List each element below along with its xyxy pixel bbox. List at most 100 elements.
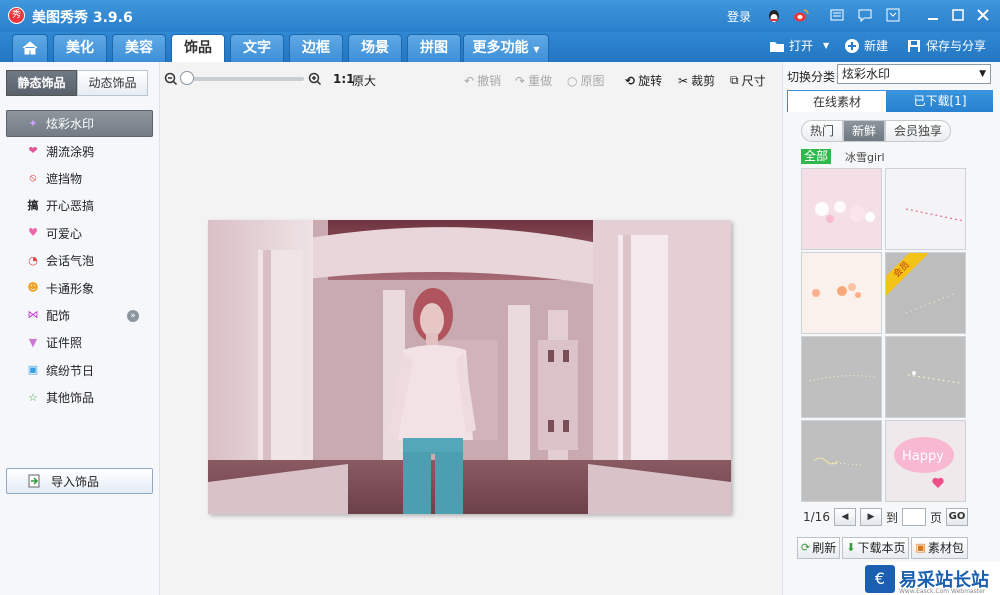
category-label: 配饰: [46, 308, 71, 323]
subtab-static[interactable]: 静态饰品: [6, 70, 77, 96]
category-label: 开心恶搞: [46, 199, 95, 214]
filter-all[interactable]: 全部: [801, 149, 832, 164]
material-thumb[interactable]: 会员: [885, 252, 966, 334]
category-label: 会话气泡: [46, 254, 95, 269]
subtab-dynamic[interactable]: 动态饰品: [77, 70, 148, 96]
original-image-button[interactable]: ○ 原图: [567, 72, 605, 89]
category-item[interactable]: ❤ 潮流涂鸦: [6, 137, 153, 164]
maximize-icon[interactable]: [950, 7, 966, 23]
tab-home[interactable]: [12, 34, 48, 62]
category-item[interactable]: 搞开心恶搞: [6, 192, 153, 219]
category-item[interactable]: ◔ 会话气泡: [6, 247, 153, 274]
category-item[interactable]: ♥ 可爱心: [6, 220, 153, 247]
open-label: 打开: [789, 39, 814, 53]
refresh-button[interactable]: ⟳ 刷新: [797, 537, 841, 559]
tab-text[interactable]: 文字: [230, 34, 284, 62]
plus-circle-icon: [844, 38, 860, 54]
page-indicator: 1/16: [803, 510, 830, 524]
redo-button[interactable]: ↷ 重做: [515, 72, 552, 89]
prev-page-button[interactable]: ◀: [833, 508, 856, 526]
material-thumb[interactable]: [801, 336, 882, 418]
zoom-in-icon[interactable]: [308, 72, 322, 90]
filter-subcategory[interactable]: 冰雪girl: [845, 149, 885, 165]
category-item[interactable]: ✦ 炫彩水印: [6, 110, 153, 138]
redo-label: 重做: [528, 74, 553, 88]
category-label: 遮挡物: [46, 171, 83, 186]
minimize-icon[interactable]: [925, 7, 941, 23]
category-item[interactable]: ▼ 证件照: [6, 329, 153, 356]
tab-online-materials[interactable]: 在线素材: [788, 91, 886, 112]
weibo-icon[interactable]: [793, 7, 809, 23]
expand-icon[interactable]: »: [127, 309, 139, 322]
open-dropdown-icon[interactable]: ▼: [823, 36, 829, 56]
download-page-button[interactable]: ⬇ 下载本页: [842, 537, 910, 559]
image-toolbar: 1:1 原大 ↶ 撤销 ↷ 重做 ○ 原图 ⟲ 旋转 ✂ 裁剪 ⧉ 尺寸: [160, 62, 782, 96]
pagination: 1/16 ◀ ▶ 到 页 GO: [803, 508, 968, 526]
category-select[interactable]: 炫彩水印 ▼: [837, 64, 991, 84]
feedback-icon[interactable]: [857, 7, 873, 23]
zoom-slider[interactable]: [186, 77, 304, 81]
skin-icon[interactable]: [829, 7, 845, 23]
app-logo-icon: 秀: [8, 7, 25, 24]
category-item[interactable]: ⋈ 配饰 »: [6, 302, 153, 329]
category-item[interactable]: ⦸ 遮挡物: [6, 165, 153, 192]
download-page-label: 下载本页: [857, 541, 906, 555]
tab-downloaded[interactable]: 已下载[1]: [888, 90, 992, 112]
tab-beautify[interactable]: 美化: [53, 34, 107, 62]
resize-button[interactable]: ⧉ 尺寸: [730, 72, 766, 89]
zoom-slider-handle[interactable]: [180, 71, 194, 85]
category-item[interactable]: ☻ 卡通形象: [6, 274, 153, 301]
photo-canvas[interactable]: [208, 220, 731, 514]
menu-icon[interactable]: [885, 7, 901, 23]
material-thumb[interactable]: [885, 336, 966, 418]
filter-vip[interactable]: 会员独享: [885, 120, 952, 142]
refresh-label: 刷新: [812, 541, 837, 555]
undo-label: 撤销: [477, 74, 502, 88]
filter-new[interactable]: 新鲜: [843, 120, 886, 142]
material-thumb[interactable]: [801, 168, 882, 250]
category-label: 炫彩水印: [46, 117, 95, 132]
category-label: 其他饰品: [46, 391, 95, 406]
next-page-button[interactable]: ▶: [859, 508, 882, 526]
filter-hot[interactable]: 热门: [801, 120, 844, 142]
qq-icon[interactable]: [766, 7, 782, 23]
tab-beauty[interactable]: 美容: [112, 34, 166, 62]
import-accessory-button[interactable]: 导入饰品: [6, 468, 153, 494]
material-package-label: 素材包: [927, 541, 964, 555]
go-button[interactable]: GO: [945, 508, 968, 526]
category-select-value: 炫彩水印: [842, 67, 891, 81]
material-thumb[interactable]: [885, 168, 966, 250]
crop-button[interactable]: ✂ 裁剪: [678, 72, 715, 89]
material-thumb[interactable]: Happy: [885, 420, 966, 502]
heart-icon: ♥: [28, 226, 38, 240]
tab-accessories[interactable]: 饰品: [171, 34, 225, 63]
rotate-button[interactable]: ⟲ 旋转: [625, 72, 662, 89]
category-item[interactable]: ▣ 缤纷节日: [6, 357, 153, 384]
happy-text: Happy: [902, 449, 944, 464]
original-image-icon: ○: [567, 73, 578, 88]
import-icon: [28, 474, 40, 488]
tab-more-label: 更多功能: [472, 40, 529, 56]
undo-button[interactable]: ↶ 撤销: [464, 72, 501, 89]
switch-category-label: 切换分类: [787, 70, 836, 84]
material-thumb[interactable]: [801, 252, 882, 334]
material-thumb[interactable]: [801, 420, 882, 502]
category-label: 潮流涂鸦: [46, 144, 95, 159]
save-share-button[interactable]: 保存与分享: [906, 36, 986, 56]
save-share-label: 保存与分享: [926, 39, 987, 53]
category-item[interactable]: ☆ 其他饰品: [6, 384, 153, 411]
close-icon[interactable]: [975, 7, 991, 23]
open-button[interactable]: 打开 ▼: [769, 36, 829, 56]
tab-scene[interactable]: 场景: [348, 34, 402, 62]
zoom-out-icon[interactable]: [164, 72, 178, 90]
tab-more[interactable]: 更多功能 ▼: [463, 34, 549, 62]
original-size-button[interactable]: 原大: [352, 72, 376, 89]
tab-frame[interactable]: 边框: [289, 34, 343, 62]
material-package-button[interactable]: ▣ 素材包: [911, 537, 968, 559]
canvas-area: 1:1 原大 ↶ 撤销 ↷ 重做 ○ 原图 ⟲ 旋转 ✂ 裁剪 ⧉ 尺寸: [160, 62, 782, 595]
shirt-icon: ▼: [28, 335, 38, 349]
tab-collage[interactable]: 拼图: [407, 34, 461, 62]
new-button[interactable]: 新建: [844, 36, 888, 56]
page-input[interactable]: [901, 508, 926, 526]
login-link[interactable]: 登录: [727, 8, 751, 25]
